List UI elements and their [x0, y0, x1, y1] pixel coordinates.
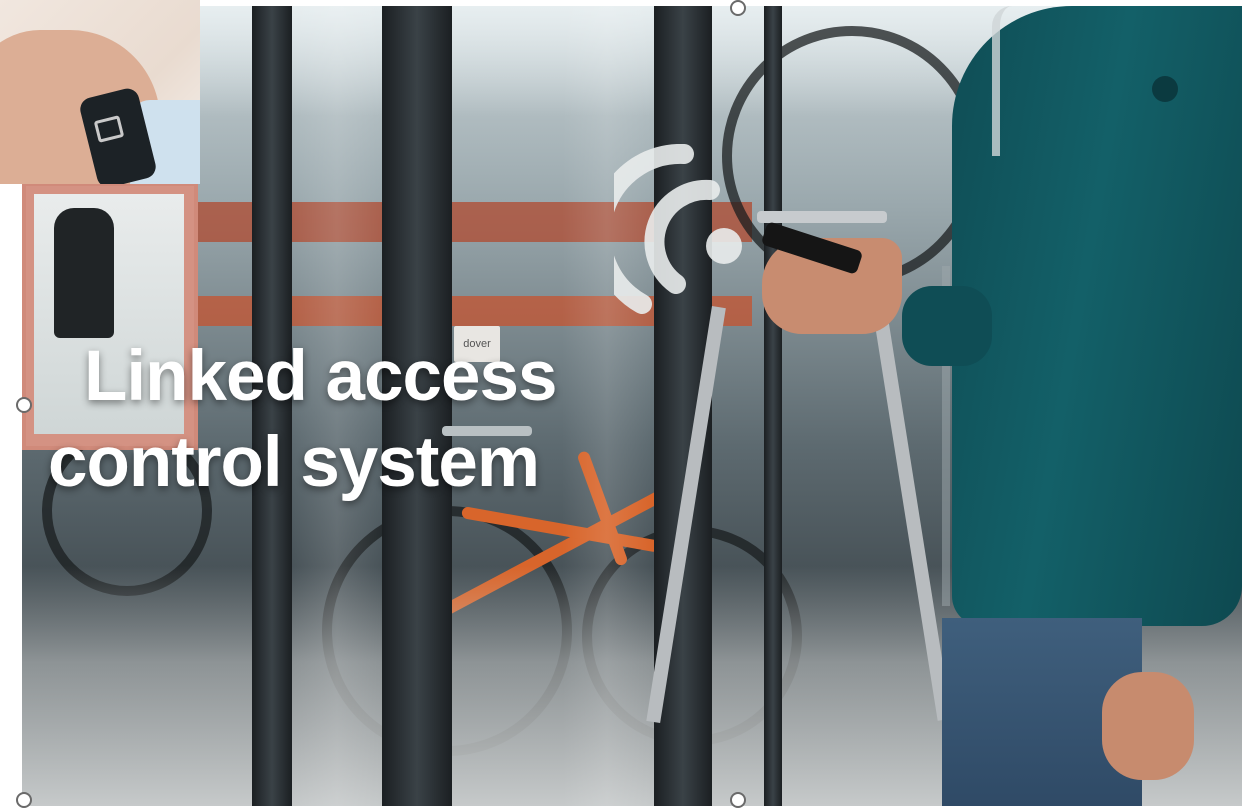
wristband-thumbnail[interactable]	[0, 0, 200, 184]
lower-hand	[1102, 672, 1194, 780]
resize-handle-top[interactable]	[730, 0, 746, 16]
arm	[902, 286, 992, 366]
door-frame	[764, 6, 782, 806]
jacket-button	[1152, 76, 1178, 102]
headline: Linked access control system	[48, 334, 557, 506]
jacket-collar	[992, 6, 1110, 156]
resize-handle-left[interactable]	[16, 397, 32, 413]
ladder-top	[757, 211, 887, 223]
contactless-wave-icon	[614, 144, 742, 314]
glass-reflection	[562, 6, 652, 806]
poster-figure	[54, 208, 114, 338]
person	[760, 6, 1242, 806]
headline-line-1: Linked access	[84, 337, 557, 416]
headline-line-2: control system	[48, 423, 540, 502]
